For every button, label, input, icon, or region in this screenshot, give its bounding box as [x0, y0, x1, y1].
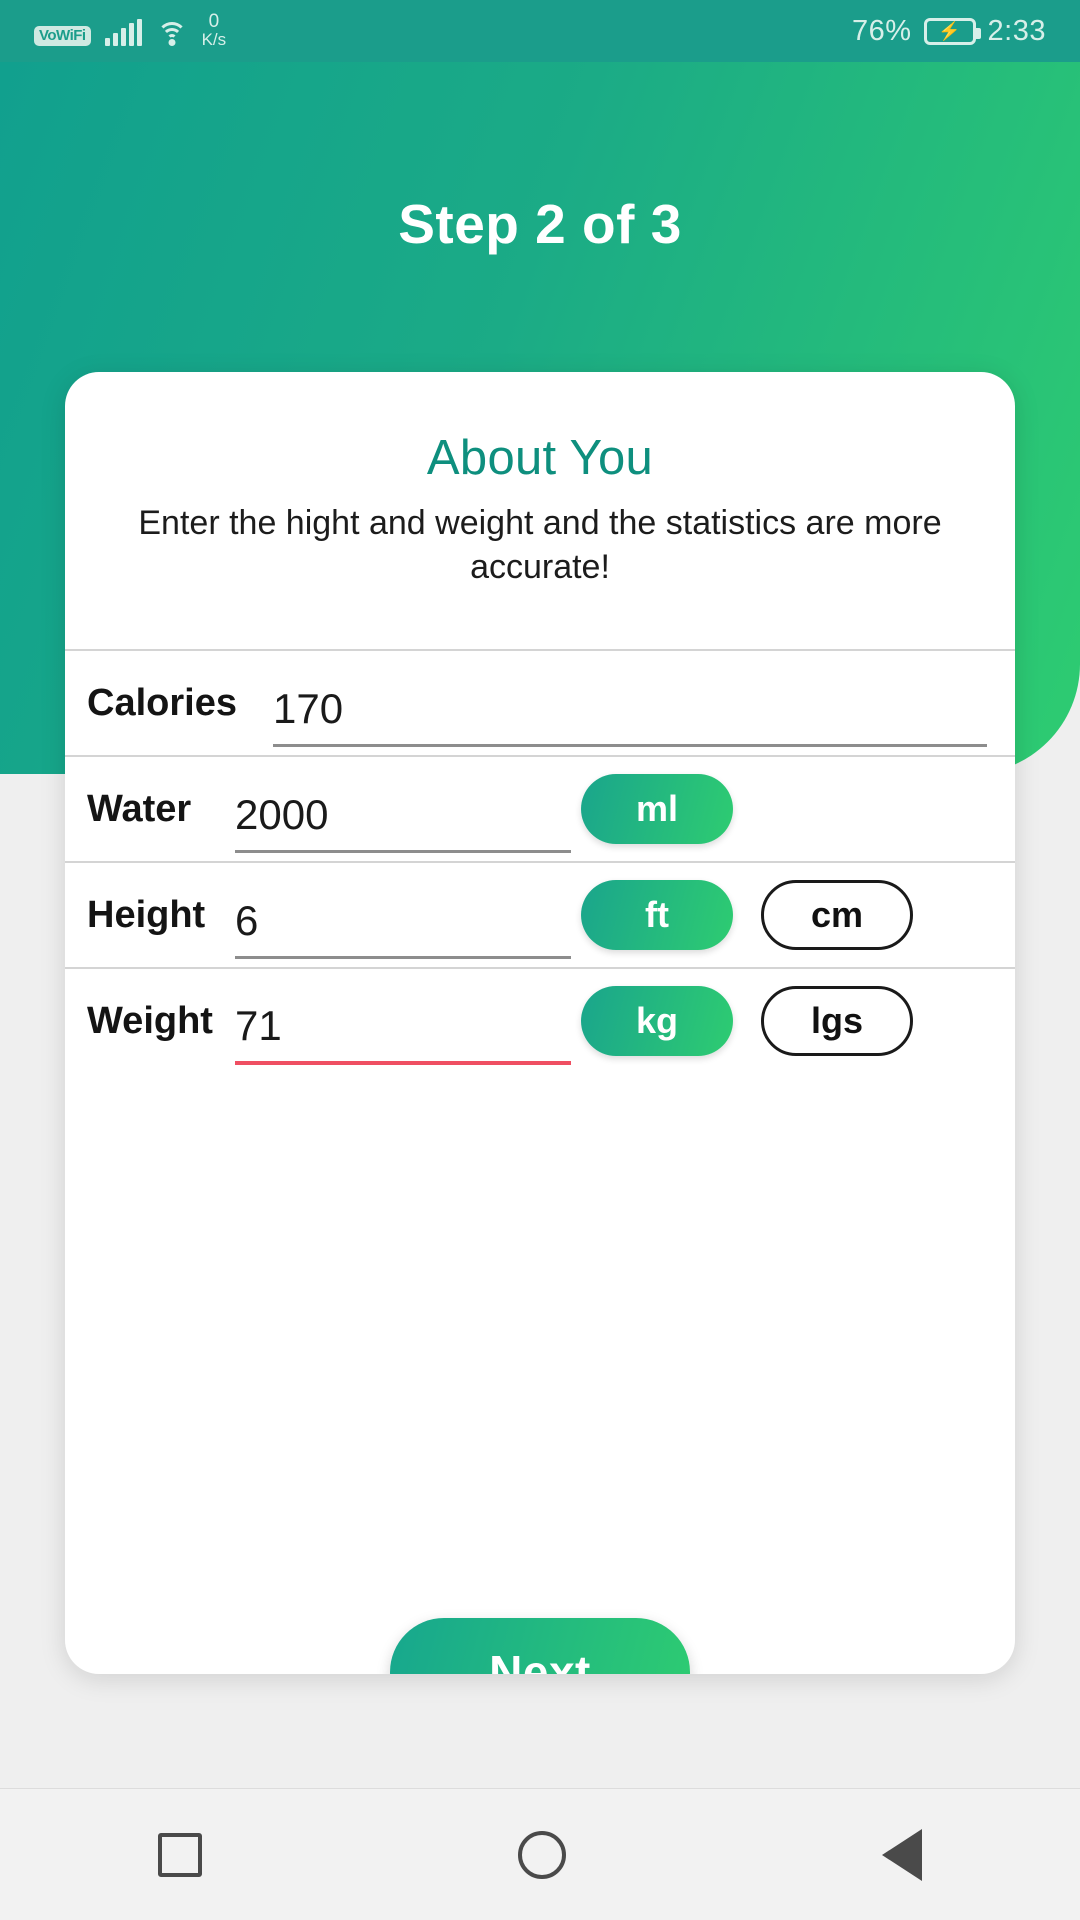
calories-underline	[273, 744, 987, 748]
circle-home-icon[interactable]	[518, 1830, 566, 1879]
status-bar: VoWiFi 0 K/s 76% ⚡ 2:33	[0, 0, 1080, 62]
charging-bolt-glyph: ⚡	[938, 21, 961, 41]
unit-button-lgs[interactable]: lgs	[761, 986, 913, 1057]
card-subtitle: Enter the hight and weight and the stati…	[138, 504, 942, 586]
weight-input[interactable]: 71	[235, 1005, 571, 1061]
form-row-weight: Weight 71 kg lgs	[65, 967, 1015, 1073]
network-speed-value: 0	[208, 11, 220, 32]
android-nav-bar	[0, 1788, 1080, 1920]
next-button[interactable]: Next	[390, 1618, 690, 1674]
square-recents-icon[interactable]	[158, 1832, 202, 1877]
unit-button-ml[interactable]: ml	[581, 774, 733, 845]
height-input[interactable]: 6	[235, 900, 571, 956]
calories-input-wrap[interactable]: 170	[273, 688, 987, 755]
triangle-back-icon[interactable]	[882, 1828, 922, 1881]
network-speed-unit: K/s	[201, 30, 227, 49]
weight-underline-error	[235, 1061, 571, 1066]
vowifi-badge-icon: VoWiFi	[34, 26, 91, 46]
battery-percent-label: 76%	[852, 14, 912, 47]
label-calories: Calories	[87, 681, 237, 724]
status-bar-right: 76% ⚡ 2:33	[852, 15, 1046, 48]
clock-label: 2:33	[987, 14, 1046, 47]
weight-input-wrap[interactable]: 71	[235, 1005, 571, 1073]
height-underline	[235, 956, 571, 960]
about-you-form: Calories 170 Water 2000 ml Height 6 ft c…	[65, 649, 1015, 1073]
water-input[interactable]: 2000	[235, 794, 571, 850]
status-bar-left: VoWiFi 0 K/s	[34, 12, 226, 50]
form-row-water: Water 2000 ml	[65, 755, 1015, 861]
unit-button-kg[interactable]: kg	[581, 986, 733, 1057]
card-title: About You	[426, 431, 654, 485]
network-speed-indicator: 0 K/s	[202, 12, 227, 48]
calories-input[interactable]: 170	[273, 688, 987, 744]
unit-button-ft[interactable]: ft	[581, 880, 733, 951]
form-row-height: Height 6 ft cm	[65, 861, 1015, 967]
wifi-icon	[156, 20, 188, 46]
label-weight: Weight	[87, 999, 213, 1042]
height-input-wrap[interactable]: 6	[235, 900, 571, 967]
unit-button-cm[interactable]: cm	[761, 880, 913, 951]
label-height: Height	[87, 893, 206, 936]
signal-bars-icon	[104, 19, 142, 46]
label-water: Water	[87, 787, 192, 830]
water-underline	[235, 850, 571, 854]
form-row-calories: Calories 170	[65, 649, 1015, 755]
battery-charging-icon: ⚡	[923, 17, 981, 45]
about-you-card: About You Enter the hight and weight and…	[65, 372, 1015, 1674]
water-input-wrap[interactable]: 2000	[235, 794, 571, 861]
page-title: Step 2 of 3	[398, 193, 682, 255]
